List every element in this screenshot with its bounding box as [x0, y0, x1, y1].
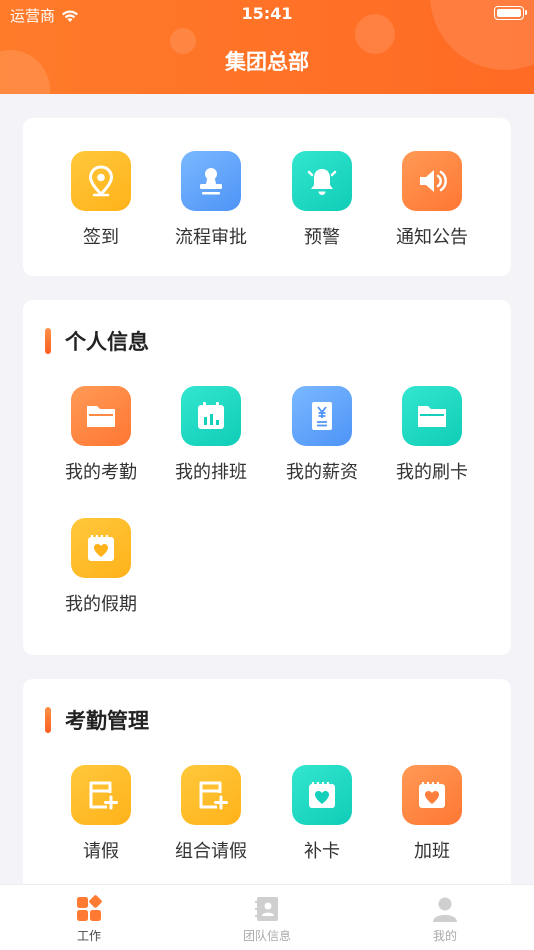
calendar-heart-icon — [292, 765, 352, 825]
alarm-bell-icon — [292, 151, 352, 211]
attendance-item-label: 组合请假 — [175, 841, 247, 862]
quick-item-label: 通知公告 — [396, 227, 468, 248]
status-time: 15:41 — [241, 4, 293, 23]
section-title-attendance: 考勤管理 — [45, 705, 149, 735]
section-title-text: 个人信息 — [65, 330, 149, 354]
personal-info-card: 个人信息 我的考勤 我的排班 我的薪资 我的刷卡 我的假期 — [23, 300, 511, 655]
page-title: 集团总部 — [225, 50, 309, 74]
salary-document-icon — [292, 386, 352, 446]
quick-item-label: 预警 — [304, 227, 340, 248]
location-pin-icon — [71, 151, 131, 211]
personal-item-label: 我的排班 — [175, 462, 247, 483]
tab-label: 团队信息 — [242, 929, 291, 943]
attendance-item-label: 请假 — [83, 841, 119, 862]
personal-item-schedule[interactable]: 我的排班 — [151, 386, 271, 484]
folder-icon — [402, 386, 462, 446]
quick-item-warning[interactable]: 预警 — [262, 151, 382, 249]
personal-item-label: 我的刷卡 — [396, 462, 468, 483]
personal-item-label: 我的薪资 — [286, 462, 358, 483]
personal-item-attendance[interactable]: 我的考勤 — [41, 386, 161, 484]
bottom-tab-bar: 工作 团队信息 我的 — [0, 884, 534, 950]
quick-item-checkin[interactable]: 签到 — [41, 151, 161, 249]
battery-icon — [494, 6, 527, 20]
quick-item-notices[interactable]: 通知公告 — [372, 151, 492, 249]
tab-work[interactable]: 工作 — [0, 895, 178, 944]
grid-apps-icon — [77, 895, 102, 921]
tab-label: 工作 — [76, 929, 101, 943]
folder-icon — [71, 386, 131, 446]
tab-team-info[interactable]: 团队信息 — [178, 895, 356, 944]
calendar-heart-icon — [71, 518, 131, 578]
quick-item-approval[interactable]: 流程审批 — [151, 151, 271, 249]
quick-item-label: 流程审批 — [175, 227, 247, 248]
section-accent-bar — [45, 328, 51, 354]
tab-label: 我的 — [432, 929, 457, 943]
calendar-heart-icon — [402, 765, 462, 825]
personal-item-label: 我的考勤 — [65, 462, 137, 483]
attendance-management-card: 考勤管理 请假 组合请假 补卡 加班 — [23, 679, 511, 899]
contacts-book-icon — [255, 897, 278, 921]
section-title-personal: 个人信息 — [45, 326, 149, 356]
personal-item-holiday[interactable]: 我的假期 — [41, 518, 161, 616]
attendance-item-combined-leave[interactable]: 组合请假 — [151, 765, 271, 863]
stamp-icon — [181, 151, 241, 211]
tab-mine[interactable]: 我的 — [356, 895, 534, 944]
speaker-icon — [402, 151, 462, 211]
quick-actions-card: 签到 流程审批 预警 通知公告 — [23, 118, 511, 276]
personal-item-salary[interactable]: 我的薪资 — [262, 386, 382, 484]
section-accent-bar — [45, 707, 51, 733]
attendance-item-overtime[interactable]: 加班 — [372, 765, 492, 863]
person-icon — [433, 897, 457, 922]
personal-item-card-swipe[interactable]: 我的刷卡 — [372, 386, 492, 484]
attendance-item-label: 补卡 — [304, 841, 340, 862]
quick-item-label: 签到 — [83, 227, 119, 248]
section-title-text: 考勤管理 — [65, 709, 149, 733]
calendar-chart-icon — [181, 386, 241, 446]
leave-form-icon — [181, 765, 241, 825]
attendance-item-label: 加班 — [414, 841, 450, 862]
personal-item-label: 我的假期 — [65, 594, 137, 615]
leave-form-icon — [71, 765, 131, 825]
status-bar: 运营商 15:41 — [0, 0, 534, 28]
attendance-item-leave[interactable]: 请假 — [41, 765, 161, 863]
header: 运营商 15:41 集团总部 — [0, 0, 534, 94]
attendance-item-makeup-punch[interactable]: 补卡 — [262, 765, 382, 863]
